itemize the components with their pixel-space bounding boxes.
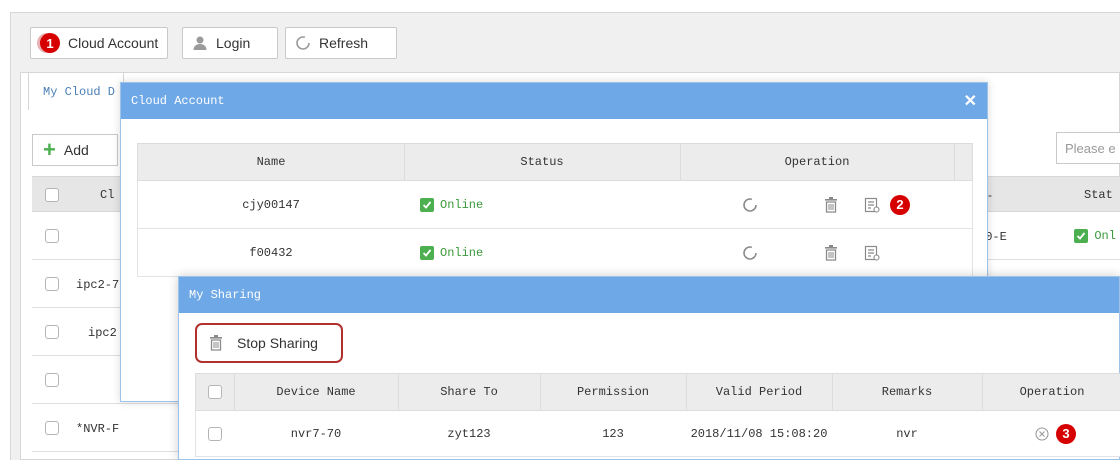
account-name: f00432 — [249, 245, 293, 260]
select-all-checkbox[interactable] — [45, 188, 59, 202]
check-icon — [1074, 228, 1088, 243]
cloud-account-button[interactable]: 1 Cloud Account — [30, 27, 169, 59]
refresh-icon[interactable] — [742, 181, 758, 228]
dialog-title: Cloud Account — [131, 94, 225, 108]
stop-sharing-label: Stop Sharing — [237, 335, 318, 351]
account-name: cjy00147 — [242, 197, 300, 212]
delete-icon[interactable] — [824, 229, 838, 276]
login-label: Login — [216, 35, 251, 51]
account-status: Online — [420, 181, 483, 228]
cloud-account-label: Cloud Account — [68, 35, 159, 51]
trash-icon — [209, 335, 223, 351]
callout-marker-1: 1 — [40, 33, 60, 53]
column-header-remarks: Remarks — [881, 385, 933, 399]
table-header: Device Name Share To Permission Valid Pe… — [195, 373, 1120, 411]
row-checkbox[interactable] — [208, 426, 222, 441]
row-name: ipc2-7 — [76, 278, 120, 292]
row-checkbox[interactable] — [45, 421, 59, 435]
sharing-table: Device Name Share To Permission Valid Pe… — [195, 373, 1120, 457]
add-label: Add — [63, 142, 89, 158]
table-row[interactable]: f00432 Online — [137, 229, 973, 277]
account-status: Online — [420, 229, 483, 276]
sharing-list-icon[interactable] — [864, 181, 880, 228]
dialog-title-bar: Cloud Account ✕ — [121, 83, 987, 119]
check-icon — [420, 245, 434, 260]
my-sharing-dialog: My Sharing Stop Sharing Device Name Shar… — [178, 276, 1120, 460]
delete-icon[interactable] — [824, 181, 838, 228]
plus-icon: + — [43, 137, 56, 162]
remarks: nvr — [896, 426, 918, 441]
login-button[interactable]: Login — [182, 27, 278, 59]
row-checkbox[interactable] — [45, 277, 59, 291]
cloud-account-table: Name Status Operation cjy00147 Online 2 … — [137, 143, 973, 277]
column-header-device-name: Device Name — [276, 385, 356, 399]
column-header-share-to: Share To — [440, 385, 498, 399]
check-icon — [420, 197, 434, 212]
column-header-name: Cl — [100, 188, 115, 202]
tab-my-cloud-devices[interactable]: My Cloud D — [28, 72, 124, 110]
select-all-checkbox[interactable] — [208, 385, 222, 399]
row-name: ipc2 — [88, 326, 117, 340]
valid-period: 2018/11/08 15:08:20 — [690, 426, 828, 441]
row-checkbox[interactable] — [45, 373, 59, 387]
callout-marker-2: 2 — [890, 181, 910, 228]
cancel-share-icon[interactable] — [1032, 411, 1052, 456]
share-to: zyt123 — [447, 426, 491, 441]
search-input[interactable]: Please e — [1056, 132, 1120, 164]
dialog-title-bar: My Sharing — [179, 277, 1119, 313]
row-name: *NVR-F — [76, 422, 120, 436]
status-text: Online — [440, 197, 484, 212]
refresh-button[interactable]: Refresh — [285, 27, 397, 59]
refresh-icon — [295, 35, 311, 51]
refresh-icon[interactable] — [742, 229, 758, 276]
add-button[interactable]: + Add — [32, 134, 118, 166]
row-status-text: Onl — [1094, 229, 1116, 243]
permission: 123 — [602, 426, 624, 441]
table-row[interactable]: nvr7-70 zyt123 123 2018/11/08 15:08:20 n… — [195, 411, 1120, 457]
column-header-status: Stat — [1084, 188, 1113, 202]
table-header: Name Status Operation — [137, 143, 973, 181]
column-header-operation: Operation — [784, 155, 850, 169]
column-header-name: Name — [256, 155, 286, 169]
row-checkbox[interactable] — [45, 325, 59, 339]
user-icon — [192, 35, 208, 51]
sharing-list-icon[interactable] — [864, 229, 880, 276]
column-header-operation: Operation — [1019, 385, 1085, 399]
table-row[interactable]: cjy00147 Online 2 — [137, 181, 973, 229]
status-text: Online — [440, 245, 484, 260]
callout-marker-3: 3 — [1054, 411, 1078, 456]
column-header-status: Status — [520, 155, 564, 169]
stop-sharing-button[interactable]: Stop Sharing — [195, 323, 343, 363]
close-icon[interactable]: ✕ — [964, 91, 977, 111]
column-header-valid-period: Valid Period — [715, 385, 803, 399]
device-name: nvr7-70 — [290, 426, 342, 441]
refresh-label: Refresh — [319, 35, 369, 51]
row-status: Onl — [1074, 228, 1116, 243]
column-header-fragment: - — [988, 188, 992, 202]
column-header-permission: Permission — [576, 385, 649, 399]
dialog-title: My Sharing — [189, 288, 262, 302]
row-checkbox[interactable] — [45, 229, 59, 243]
